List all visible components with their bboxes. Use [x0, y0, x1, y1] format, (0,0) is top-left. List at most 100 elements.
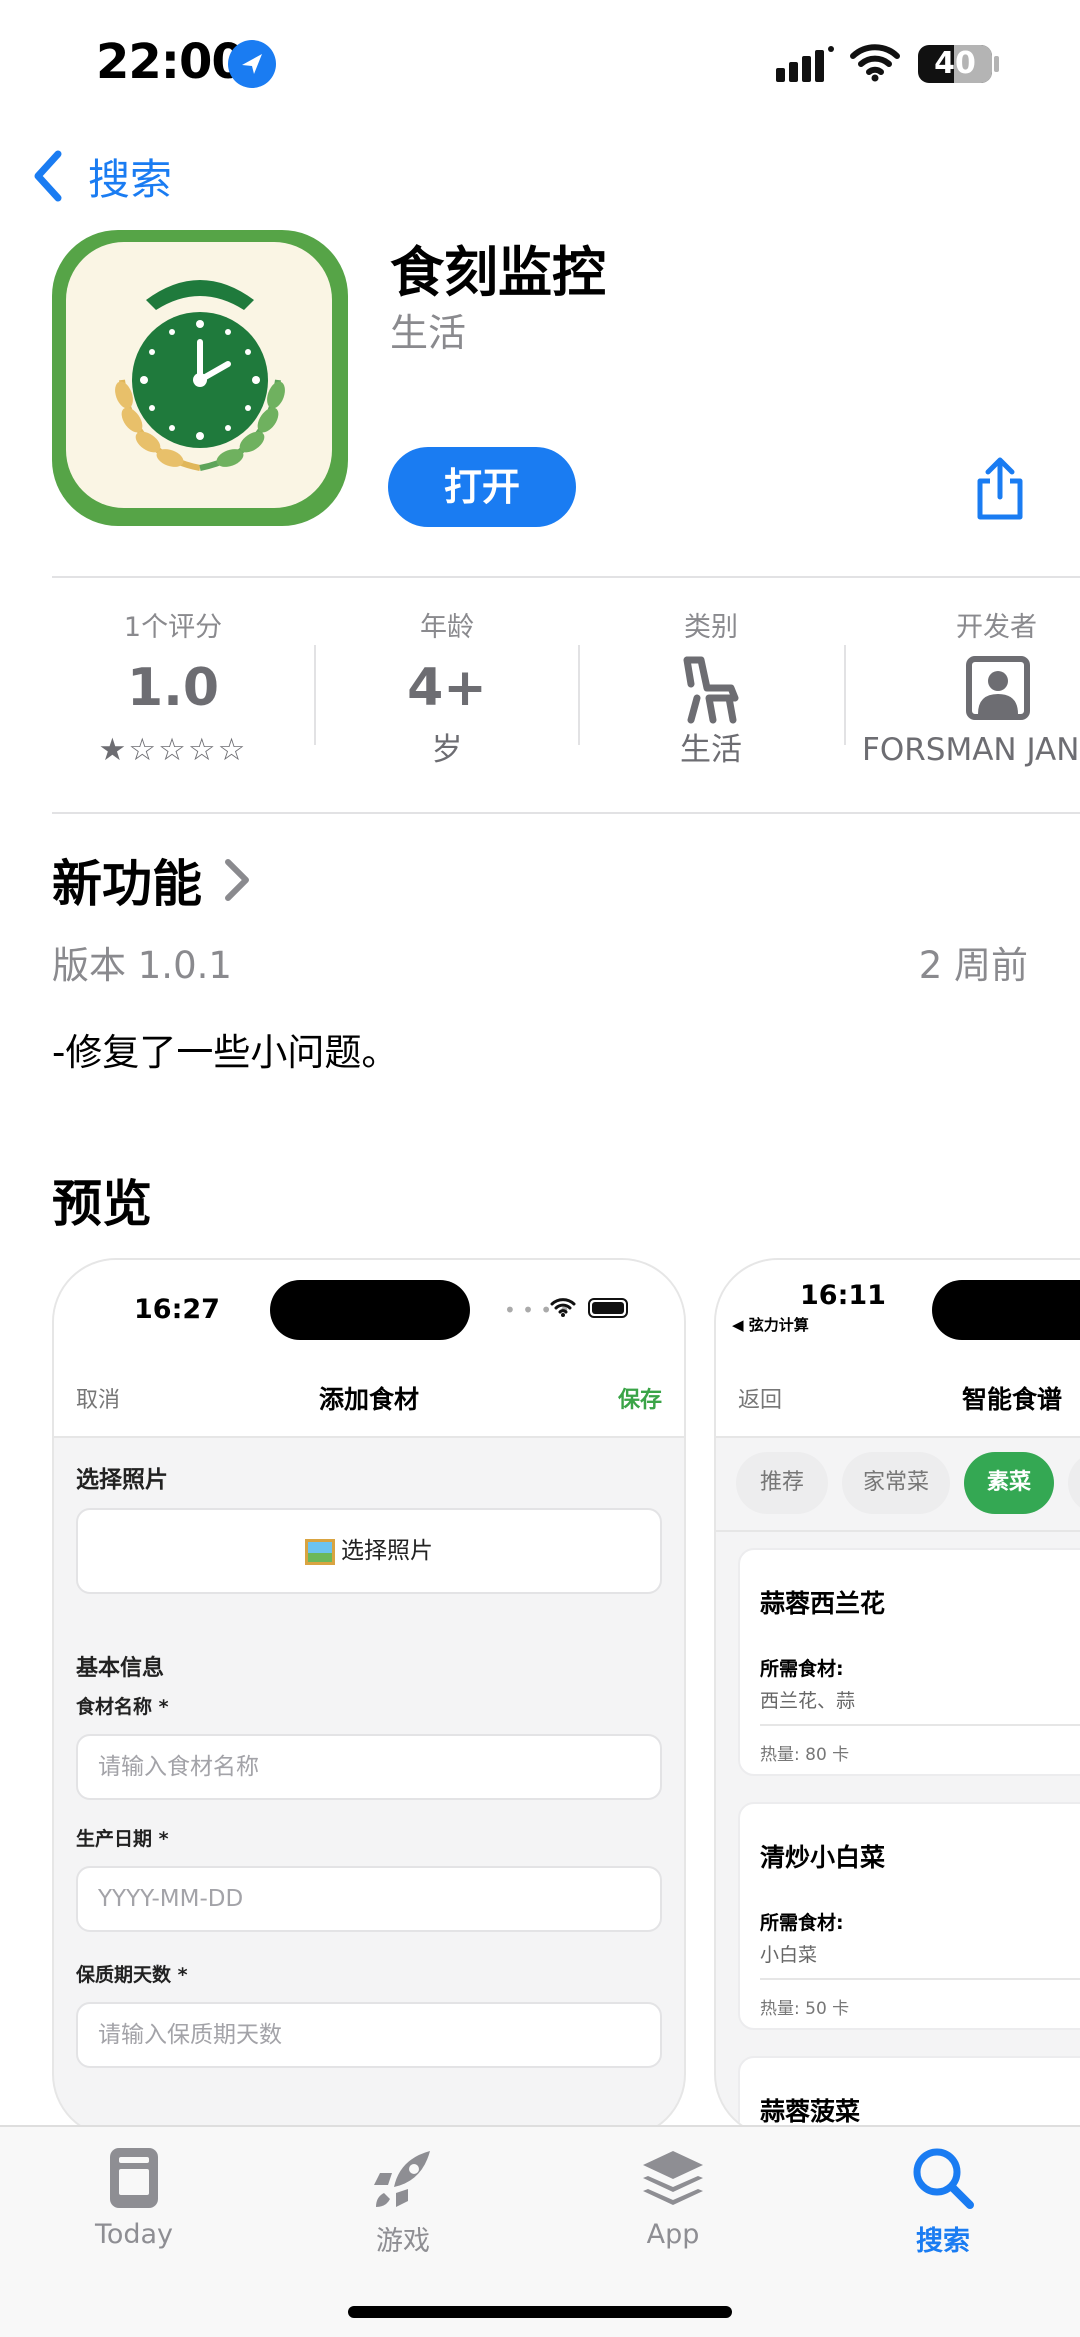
battery-level: 40	[934, 46, 976, 81]
dynamic-island	[932, 1280, 1080, 1340]
dynamic-island	[270, 1280, 470, 1340]
category-chips: 推荐 家常菜 素菜	[736, 1452, 1080, 1514]
stat-category-sub: 生活	[680, 732, 742, 768]
stat-category-label: 类别	[684, 612, 738, 643]
clock-icon	[132, 280, 268, 448]
battery-cap	[994, 56, 999, 72]
recipe-name: 蒜蓉菠菜	[760, 2097, 861, 2126]
stat-age-value: 4+	[407, 658, 487, 718]
ingredients: 西兰花、蒜	[760, 1690, 856, 1712]
open-button[interactable]: 打开	[388, 447, 576, 527]
chip-more[interactable]	[1068, 1452, 1080, 1514]
ingredients-label: 所需食材:	[760, 1912, 844, 1934]
date-label: 生产日期 *	[76, 1828, 169, 1850]
whats-new-title: 新功能	[52, 855, 202, 913]
tab-apps[interactable]: App	[573, 2145, 773, 2250]
stat-developer[interactable]: 开发者 FORSMAN JAN	[862, 608, 1080, 772]
divider	[52, 812, 1080, 814]
cellular-signal-icon	[776, 46, 834, 82]
chair-icon	[578, 648, 844, 728]
photo-section-label: 选择照片	[76, 1467, 168, 1493]
stat-ratings-label: 1个评分	[123, 612, 223, 643]
basic-info-label: 基本信息	[76, 1656, 165, 1681]
whats-new-header[interactable]: 新功能	[52, 844, 252, 916]
tab-today-label: Today	[94, 2219, 174, 2250]
chip-vegetarian[interactable]: 素菜	[964, 1452, 1054, 1514]
person-icon	[862, 648, 1080, 728]
stat-developer-label: 开发者	[956, 612, 1037, 643]
apps-stack-icon	[643, 2151, 703, 2205]
chip-recommended[interactable]: 推荐	[736, 1452, 828, 1514]
select-photo-label: 选择照片	[341, 1538, 433, 1564]
status-time: 22:00	[96, 34, 245, 90]
shot1-time: 16:27	[134, 1294, 220, 1325]
share-button[interactable]	[972, 455, 1028, 523]
stat-ratings-value: 1.0	[126, 658, 220, 718]
ingredients: 小白菜	[760, 1944, 818, 1966]
stat-developer-sub: FORSMAN JAN	[862, 732, 1080, 768]
recipe-name: 蒜蓉西兰花	[760, 1589, 886, 1618]
release-time: 2 周前	[918, 944, 1028, 987]
app-name: 食刻监控	[390, 241, 606, 304]
screen-title: 智能食谱	[962, 1385, 1063, 1414]
share-icon	[977, 457, 1023, 520]
stat-category[interactable]: 类别 生活	[578, 608, 844, 772]
star-empty-icon: ☆☆☆☆	[128, 732, 248, 768]
tab-games[interactable]: 游戏	[303, 2145, 503, 2258]
tab-search-label: 搜索	[916, 2226, 970, 2257]
star-filled-icon: ★	[98, 732, 129, 768]
shelf-life-field[interactable]: 请输入保质期天数	[76, 2002, 662, 2068]
divider	[52, 576, 1080, 578]
select-photo-button[interactable]: 选择照片	[76, 1508, 662, 1594]
wifi-icon	[550, 1296, 576, 1322]
preview-screenshot-1[interactable]: 16:27 • • • • 取消 添加食材 保存 选择照片 选择照片 基本信息 …	[52, 1258, 686, 2138]
calories: 热量: 80 卡	[760, 1745, 850, 1765]
card-divider	[760, 1978, 1080, 1980]
name-label: 食材名称 *	[76, 1696, 169, 1718]
preview-screenshot-2[interactable]: 16:11 ◀ 弦力计算 返回 智能食谱 推荐 家常菜 素菜 蒜蓉西兰花 所需食…	[714, 1258, 1080, 2138]
rating-stars: ★☆☆☆☆	[40, 728, 306, 772]
save-button[interactable]: 保存	[618, 1382, 662, 1414]
home-indicator	[348, 2306, 732, 2318]
recipe-card[interactable]: 清炒小白菜 所需食材: 小白菜 热量: 50 卡	[738, 1802, 1080, 2030]
chips-divider	[716, 1530, 1080, 1532]
calories: 热量: 50 卡	[760, 1999, 850, 2019]
back-button[interactable]: 返回	[738, 1382, 782, 1414]
tab-games-label: 游戏	[376, 2226, 430, 2257]
tab-apps-label: App	[646, 2219, 700, 2250]
stat-age-label: 年龄	[420, 612, 474, 643]
card-divider	[760, 1724, 1080, 1726]
stat-age-sub: 岁	[431, 732, 463, 768]
chevron-right-icon	[225, 859, 249, 901]
preview-title: 预览	[52, 1175, 152, 1233]
recipe-name: 清炒小白菜	[760, 1843, 886, 1872]
stat-age[interactable]: 年龄 4+ 岁	[314, 608, 580, 772]
date-field[interactable]: YYYY-MM-DD	[76, 1866, 662, 1932]
rocket-icon	[374, 2151, 430, 2207]
location-icon	[228, 40, 276, 88]
stat-separator	[844, 645, 846, 745]
today-icon	[110, 2148, 158, 2208]
battery-icon	[588, 1298, 628, 1318]
back-button[interactable]: 搜索	[30, 146, 172, 206]
app-icon	[52, 230, 348, 526]
app-store-page: 22:00 40 搜索 食刻监控 生活 打开 1个评分 1.0 ★☆☆☆☆ 年龄…	[0, 0, 1080, 2337]
app-category: 生活	[390, 311, 467, 355]
tab-search[interactable]: 搜索	[843, 2145, 1043, 2258]
recipe-card[interactable]: 蒜蓉西兰花 所需食材: 西兰花、蒜 热量: 80 卡	[738, 1548, 1080, 1776]
chevron-left-icon	[34, 150, 62, 202]
tab-today[interactable]: Today	[34, 2145, 234, 2250]
image-icon	[305, 1538, 335, 1565]
back-label: 搜索	[88, 154, 173, 204]
screen-title: 添加食材	[318, 1385, 419, 1414]
wifi-icon	[850, 42, 900, 82]
name-field[interactable]: 请输入食材名称	[76, 1734, 662, 1800]
shot2-time: 16:11	[800, 1280, 886, 1311]
ingredients-label: 所需食材:	[760, 1658, 844, 1680]
shelf-life-label: 保质期天数 *	[76, 1964, 188, 1986]
chip-home-style[interactable]: 家常菜	[842, 1452, 950, 1514]
back-to-app[interactable]: ◀ 弦力计算	[732, 1314, 809, 1335]
version-label: 版本 1.0.1	[52, 944, 232, 987]
release-notes: -修复了一些小问题。	[52, 1031, 399, 1074]
stat-ratings[interactable]: 1个评分 1.0 ★☆☆☆☆	[40, 608, 306, 772]
